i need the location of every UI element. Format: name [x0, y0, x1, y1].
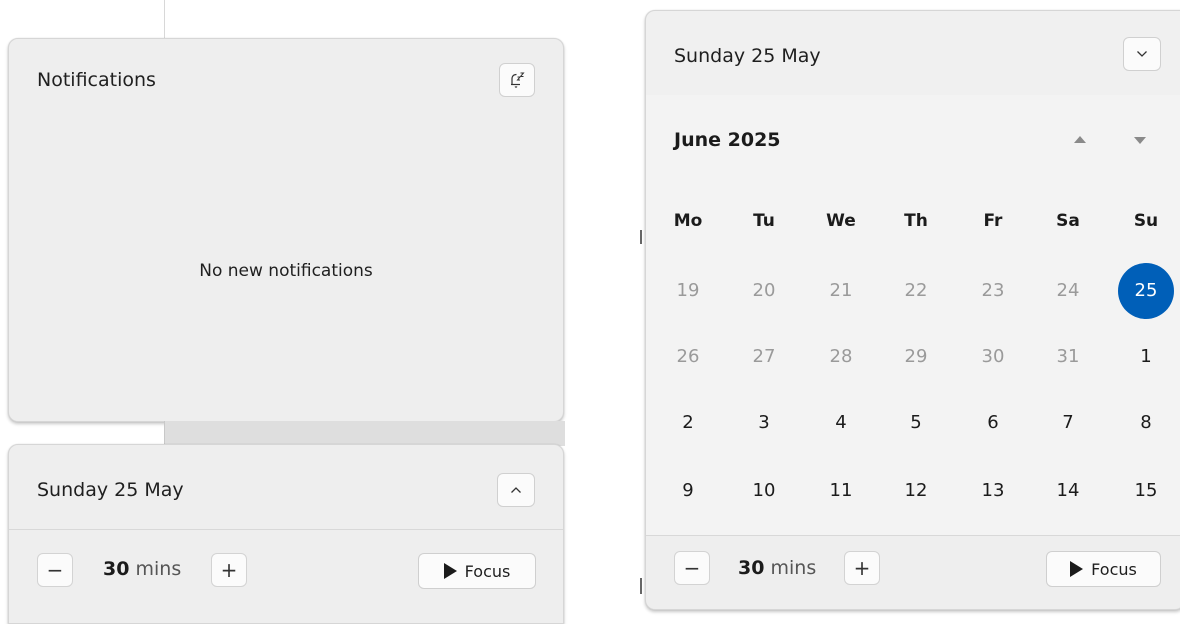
calendar-day[interactable]: 26	[660, 329, 716, 385]
weekday-label: Sa	[1056, 211, 1080, 231]
month-label[interactable]: June 2025	[674, 129, 781, 151]
calendar-date-label: Sunday 25 May	[674, 45, 821, 67]
focus-button-label: Focus	[1091, 559, 1137, 579]
next-month-icon[interactable]	[1134, 137, 1146, 144]
calendar-collapse-button[interactable]	[1123, 37, 1161, 71]
calendar-day[interactable]: 28	[813, 329, 869, 385]
calendar-day[interactable]: 8	[1118, 395, 1174, 451]
calendar-day[interactable]: 11	[813, 463, 869, 519]
calendar-panel-expanded: Sunday 25 May June 2025 − 30 mins + Focu…	[645, 10, 1180, 610]
chevron-down-icon	[1137, 51, 1147, 57]
focus-duration-unit: mins	[135, 558, 182, 580]
focus-decrease-button[interactable]: −	[37, 553, 73, 587]
focus-duration: 30 mins	[738, 557, 816, 579]
calendar-day[interactable]: 29	[888, 329, 944, 385]
calendar-day[interactable]: 23	[965, 263, 1021, 319]
calendar-day[interactable]: 2	[660, 395, 716, 451]
empty-notifications-message: No new notifications	[199, 261, 373, 281]
calendar-day[interactable]: 21	[813, 263, 869, 319]
focus-button-label: Focus	[464, 561, 511, 581]
calendar-day[interactable]: 4	[813, 395, 869, 451]
focus-increase-button[interactable]: +	[211, 553, 247, 587]
divider-line	[164, 0, 165, 38]
calendar-day-today[interactable]: 25	[1118, 263, 1174, 319]
focus-duration: 30 mins	[103, 558, 181, 580]
calendar-date-label: Sunday 25 May	[37, 479, 184, 501]
calendar-divider	[646, 535, 1180, 536]
calendar-header: Sunday 25 May	[646, 11, 1180, 95]
calendar-day[interactable]: 15	[1118, 463, 1174, 519]
play-icon	[443, 563, 457, 579]
weekday-label: Th	[904, 211, 928, 231]
calendar-day[interactable]: 3	[736, 395, 792, 451]
calendar-day[interactable]: 24	[1040, 263, 1096, 319]
play-icon	[1070, 561, 1084, 577]
weekday-label: Mo	[673, 211, 703, 231]
weekday-label: Fr	[983, 211, 1003, 231]
focus-start-button[interactable]: Focus	[418, 553, 536, 589]
calendar-expand-button[interactable]	[497, 473, 535, 507]
calendar-day[interactable]: 5	[888, 395, 944, 451]
calendar-day[interactable]: 27	[736, 329, 792, 385]
calendar-day[interactable]: 12	[888, 463, 944, 519]
focus-decrease-button[interactable]: −	[674, 551, 710, 585]
panel-gap	[164, 421, 565, 446]
calendar-day[interactable]: 1	[1118, 329, 1174, 385]
calendar-day[interactable]: 14	[1040, 463, 1096, 519]
calendar-divider	[9, 529, 563, 530]
calendar-day[interactable]: 19	[660, 263, 716, 319]
calendar-day[interactable]: 20	[736, 263, 792, 319]
divider-line	[640, 230, 642, 244]
focus-duration-unit: mins	[770, 557, 817, 579]
focus-duration-value: 30	[103, 558, 130, 580]
notifications-title: Notifications	[37, 69, 156, 91]
calendar-day[interactable]: 10	[736, 463, 792, 519]
calendar-day[interactable]: 7	[1040, 395, 1096, 451]
divider-line	[640, 578, 642, 594]
calendar-day[interactable]: 9	[660, 463, 716, 519]
weekday-label: We	[826, 211, 856, 231]
weekday-label: Tu	[753, 211, 775, 231]
focus-increase-button[interactable]: +	[844, 551, 880, 585]
weekday-label: Su	[1133, 211, 1159, 231]
bell-snooze-icon	[511, 72, 525, 88]
calendar-day[interactable]: 13	[965, 463, 1021, 519]
calendar-panel-collapsed: Sunday 25 May − 30 mins + Focus	[8, 444, 564, 624]
chevron-up-icon	[511, 487, 521, 493]
previous-month-icon[interactable]	[1074, 136, 1086, 143]
calendar-day[interactable]: 22	[888, 263, 944, 319]
snooze-button[interactable]	[499, 63, 535, 97]
focus-duration-value: 30	[738, 557, 765, 579]
focus-start-button[interactable]: Focus	[1046, 551, 1161, 587]
calendar-day[interactable]: 31	[1040, 329, 1096, 385]
calendar-day[interactable]: 6	[965, 395, 1021, 451]
calendar-day[interactable]: 30	[965, 329, 1021, 385]
notifications-panel: Notifications No new notifications	[8, 38, 564, 422]
